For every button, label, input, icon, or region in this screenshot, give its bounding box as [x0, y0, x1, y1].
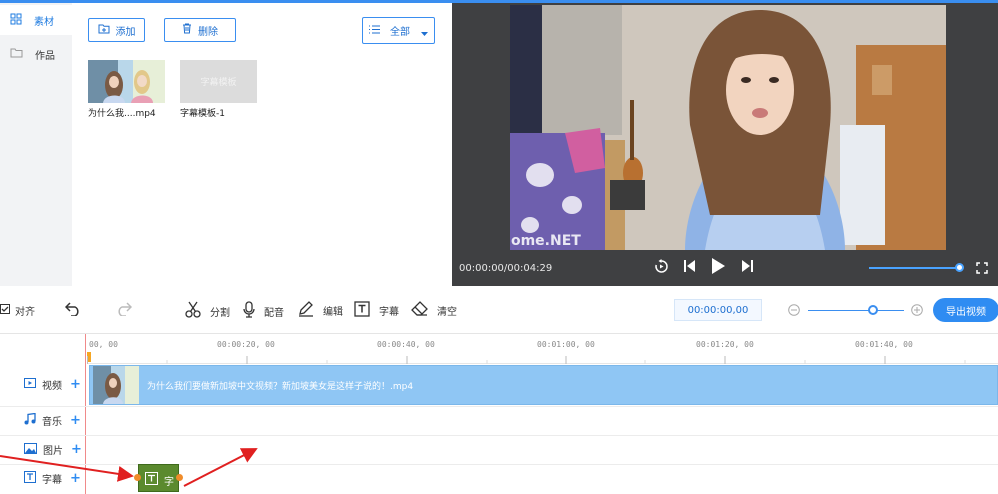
folder-icon [10, 47, 23, 61]
subtitle-label: 字幕 [379, 307, 399, 318]
track-label-music: 音乐 + [24, 412, 81, 428]
subtitle-button[interactable]: 字幕 [354, 301, 399, 320]
nav-item-works[interactable]: 作品 [0, 39, 72, 69]
redo-icon[interactable] [115, 302, 132, 316]
caret-down-icon [421, 28, 428, 39]
clip-thumbnail [93, 366, 139, 404]
edit-button[interactable]: 编辑 [298, 301, 343, 320]
track-label-video: 视频 + [24, 377, 81, 392]
add-image-plus-icon[interactable]: + [71, 442, 82, 457]
media-thumbnail-subtitle[interactable]: 字幕模板 [180, 60, 257, 103]
align-checkbox[interactable]: 对齐 [0, 303, 35, 318]
track-label-image: 图片 + [24, 442, 82, 457]
dub-label: 配音 [264, 307, 284, 319]
ruler-ticks [87, 356, 966, 364]
delete-button-label: 删除 [198, 26, 218, 38]
split-button[interactable]: 分割 [185, 301, 230, 321]
left-nav: 素材 作品 [0, 3, 72, 286]
split-label: 分割 [210, 307, 230, 319]
track-label-text: 视频 [42, 381, 62, 392]
volume-slider-handle[interactable] [955, 263, 964, 272]
media-caption: 为什么我....mp4 [88, 109, 156, 119]
clear-label: 清空 [437, 306, 457, 318]
edit-label: 编辑 [323, 307, 343, 318]
filter-label: 全部 [390, 27, 410, 38]
video-clip-title: 为什么我们要做新加坡中文视频？新加坡美女是这样子说的！.mp4 [147, 382, 414, 392]
media-library: 添加 删除 全部 为什么我....mp4 字幕模板 字幕模板-1 [72, 3, 452, 286]
track-label-text: 音乐 [42, 417, 62, 428]
checkbox-checked-icon [0, 304, 10, 317]
volume-slider[interactable] [869, 267, 961, 269]
time-ruler[interactable]: 00, 00 00:00:20, 00 00:00:40, 00 00:01:0… [87, 334, 998, 364]
add-music-plus-icon[interactable]: + [70, 413, 81, 428]
annotation-arrow [183, 448, 258, 487]
track-divider [0, 406, 998, 407]
track-label-text: 字幕 [42, 475, 62, 486]
scissors-icon [185, 301, 201, 321]
video-track-icon [24, 378, 36, 391]
add-button-label: 添加 [115, 26, 136, 38]
media-thumbnail-video[interactable] [88, 60, 165, 103]
subtitle-clip-left-handle[interactable] [134, 474, 141, 481]
filter-dropdown[interactable]: 全部 [362, 17, 435, 44]
trash-icon [182, 23, 192, 37]
image-icon [24, 442, 37, 457]
replay-icon[interactable] [654, 259, 669, 277]
nav-item-materials[interactable]: 素材 [0, 5, 72, 35]
zoom-slider-handle[interactable] [868, 305, 878, 315]
align-label: 对齐 [15, 307, 35, 318]
dub-button[interactable]: 配音 [243, 301, 284, 321]
zoom-slider[interactable] [808, 310, 904, 311]
video-preview[interactable]: www.pHome.NET [510, 5, 946, 250]
grid-icon [10, 13, 22, 28]
pencil-icon [298, 301, 314, 320]
zoom-out-icon[interactable] [788, 304, 800, 316]
nav-item-label: 作品 [35, 50, 55, 62]
track-label-subtitle: 字幕 + [24, 471, 81, 486]
delete-button[interactable]: 删除 [164, 18, 236, 42]
subtitle-clip-text: 字 [164, 477, 174, 488]
thumbnail-text: 字幕模板 [200, 78, 237, 88]
zoom-in-icon[interactable] [911, 304, 923, 316]
text-track-icon [24, 471, 36, 486]
previous-icon[interactable] [684, 259, 696, 276]
track-label-text: 图片 [43, 446, 63, 457]
add-button[interactable]: 添加 [88, 18, 145, 42]
subtitle-clip-right-handle[interactable] [176, 474, 183, 481]
eraser-icon [411, 301, 428, 319]
video-player: www.pHome.NET 00:00:00/00:04:29 [452, 3, 998, 286]
track-divider [0, 435, 998, 436]
text-box-icon [145, 472, 158, 488]
microphone-icon [243, 301, 255, 321]
folder-add-icon [98, 24, 110, 37]
playback-time: 00:00:00/00:04:29 [459, 263, 553, 274]
add-subtitle-plus-icon[interactable]: + [70, 471, 81, 486]
subtitle-clip[interactable]: 字 [138, 464, 179, 492]
timeline: 00, 00 00:00:20, 00 00:00:40, 00 00:01:0… [0, 334, 998, 494]
play-icon[interactable] [711, 257, 726, 278]
timecode-display: 00:00:00,00 [674, 299, 762, 321]
text-box-icon [354, 301, 370, 320]
clear-button[interactable]: 清空 [411, 301, 457, 319]
media-caption: 字幕模板-1 [180, 109, 225, 119]
watermark-text: www.pHome.NET [510, 233, 581, 249]
undo-icon[interactable] [65, 302, 82, 316]
list-icon [369, 25, 380, 37]
music-note-icon [24, 412, 36, 428]
edit-toolbar: 对齐 分割 配音 编辑 字幕 清空 00:00:00,00 导出视频 [0, 286, 998, 334]
add-video-plus-icon[interactable]: + [70, 377, 81, 392]
fullscreen-icon[interactable] [976, 262, 988, 277]
next-icon[interactable] [741, 259, 753, 276]
export-video-button[interactable]: 导出视频 [933, 298, 998, 322]
nav-item-label: 素材 [34, 16, 54, 28]
video-clip[interactable]: 为什么我们要做新加坡中文视频？新加坡美女是这样子说的！.mp4 [89, 365, 998, 405]
